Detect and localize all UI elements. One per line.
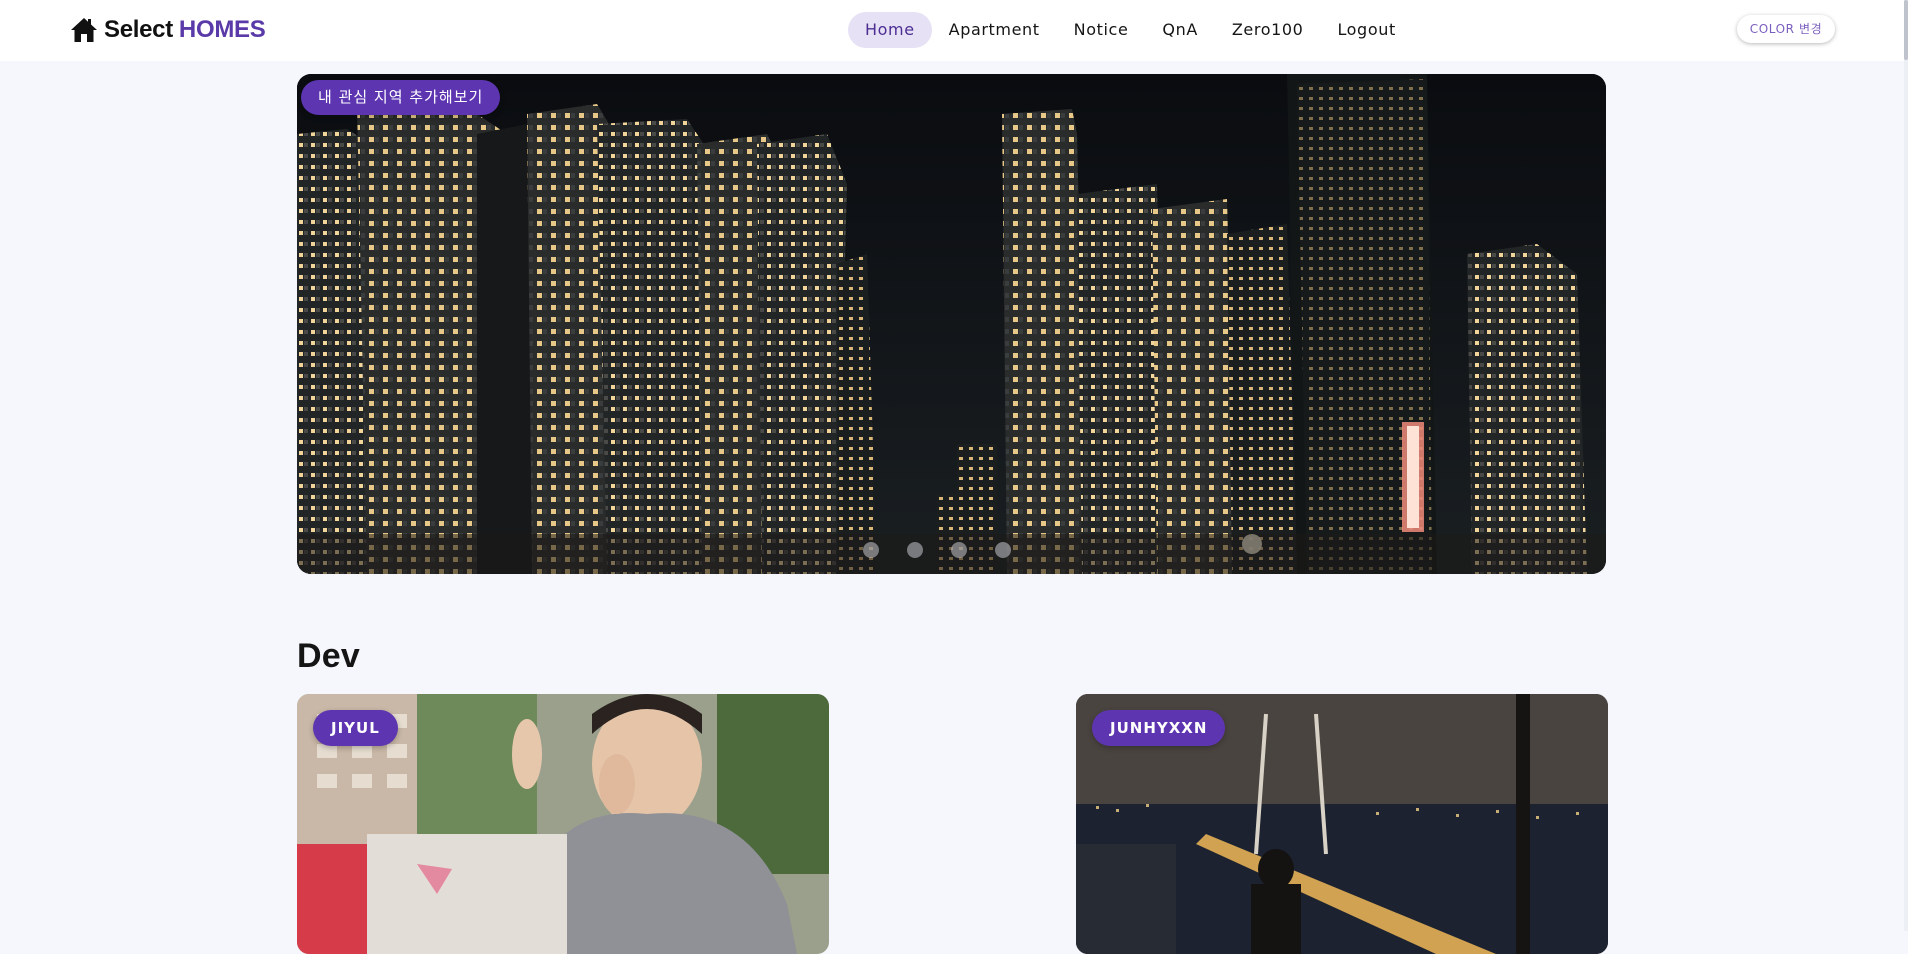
home-icon (71, 18, 97, 42)
dev-badge-jiyul[interactable]: JIYUL (313, 710, 398, 746)
hero-carousel[interactable]: 내 관심 지역 추가해보기 (297, 74, 1606, 574)
nav-home[interactable]: Home (848, 12, 932, 48)
scroll-thumb[interactable] (1904, 0, 1908, 60)
carousel-dot[interactable] (950, 542, 967, 558)
carousel-dot[interactable] (994, 542, 1011, 558)
night-city-apartments-photo (297, 74, 1606, 574)
brand-logo[interactable]: Select HOMES (70, 14, 266, 46)
nav-zero100[interactable]: Zero100 (1215, 12, 1321, 48)
nav-notice[interactable]: Notice (1057, 12, 1146, 48)
carousel-indicators (297, 542, 1606, 558)
brand-name-accent: HOMES (178, 16, 266, 43)
carousel-dot[interactable] (862, 542, 879, 558)
add-interest-area-badge[interactable]: 내 관심 지역 추가해보기 (301, 80, 501, 115)
dev-badge-junhyxxn[interactable]: JUNHYXXN (1092, 710, 1226, 746)
nav-apartment[interactable]: Apartment (932, 12, 1057, 48)
color-change-button[interactable]: COLOR 변경 (1737, 15, 1835, 43)
page-scrollbar[interactable] (1904, 0, 1908, 931)
nav-logout[interactable]: Logout (1320, 12, 1412, 48)
nav-qna[interactable]: QnA (1145, 12, 1214, 48)
dev-card-jiyul[interactable]: JIYUL (297, 694, 829, 954)
top-header: Select HOMES Home Apartment Notice QnA Z… (0, 0, 1908, 61)
main-nav: Home Apartment Notice QnA Zero100 Logout (848, 12, 1413, 48)
brand-name-prefix: Select (104, 16, 173, 43)
carousel-dot[interactable] (906, 542, 923, 558)
dev-section-title: Dev (297, 637, 360, 675)
dev-card-junhyxxn[interactable]: JUNHYXXN (1076, 694, 1608, 954)
